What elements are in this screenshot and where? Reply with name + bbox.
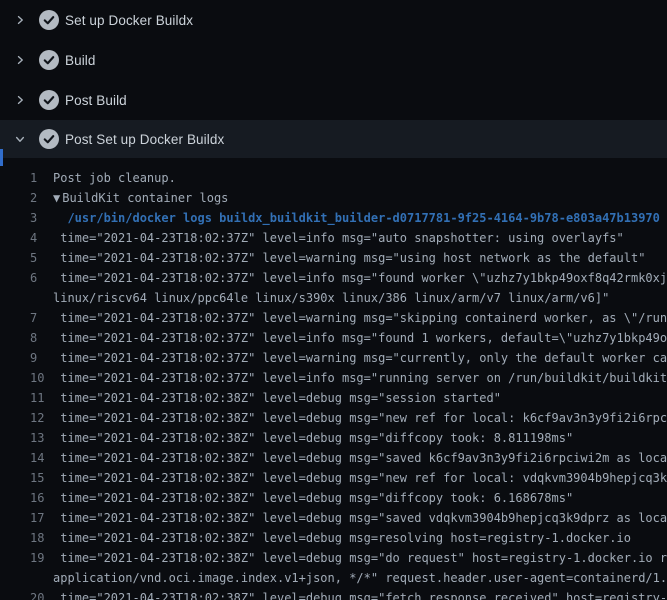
log-line[interactable]: 7 time="2021-04-23T18:02:37Z" level=warn… — [0, 308, 667, 328]
log-line-number[interactable]: 7 — [30, 308, 53, 328]
log-line-text: time="2021-04-23T18:02:38Z" level=debug … — [53, 488, 573, 508]
check-circle-icon — [39, 90, 59, 110]
log-line-text: time="2021-04-23T18:02:38Z" level=debug … — [53, 588, 667, 600]
log-line[interactable]: 4 time="2021-04-23T18:02:37Z" level=info… — [0, 228, 667, 248]
log-line-number[interactable]: 2 — [30, 188, 53, 208]
step-header-post-setup-docker-buildx[interactable]: Post Set up Docker Buildx — [0, 120, 667, 158]
step-title: Set up Docker Buildx — [65, 13, 193, 28]
focus-accent-bar — [0, 149, 3, 166]
chevron-right-icon[interactable] — [13, 13, 27, 27]
log-line[interactable]: 15 time="2021-04-23T18:02:38Z" level=deb… — [0, 468, 667, 488]
log-line-text: BuildKit container logs — [62, 188, 228, 208]
chevron-right-icon[interactable] — [13, 53, 27, 67]
log-line[interactable]: 3 /usr/bin/docker logs buildx_buildkit_b… — [0, 208, 667, 228]
step-header-build[interactable]: Build — [0, 40, 667, 80]
log-line-number[interactable]: 8 — [30, 328, 53, 348]
log-line-number[interactable]: 6 — [30, 268, 53, 288]
log-line-text: time="2021-04-23T18:02:37Z" level=warnin… — [53, 308, 667, 328]
log-line-number[interactable]: 3 — [30, 208, 53, 228]
log-line-number[interactable]: 18 — [30, 528, 53, 548]
chevron-right-icon[interactable] — [13, 93, 27, 107]
log-line[interactable]: 1 Post job cleanup. — [0, 168, 667, 188]
log-line[interactable]: linux/riscv64 linux/ppc64le linux/s390x … — [0, 288, 667, 308]
log-line-text: /usr/bin/docker logs buildx_buildkit_bui… — [53, 208, 660, 228]
log-line-number[interactable] — [30, 568, 53, 588]
log-line-number[interactable]: 1 — [30, 168, 53, 188]
log-line[interactable]: 6 time="2021-04-23T18:02:37Z" level=info… — [0, 268, 667, 288]
log-line-text: time="2021-04-23T18:02:38Z" level=debug … — [53, 468, 667, 488]
log-group-toggle-icon[interactable]: ▼ — [53, 188, 60, 208]
log-line-text: time="2021-04-23T18:02:38Z" level=debug … — [53, 548, 667, 568]
log-line[interactable]: 2 ▼BuildKit container logs — [0, 188, 667, 208]
log-line-number[interactable]: 11 — [30, 388, 53, 408]
step-header-setup-docker-buildx[interactable]: Set up Docker Buildx — [0, 0, 667, 40]
step-header-post-build[interactable]: Post Build — [0, 80, 667, 120]
step-title: Post Set up Docker Buildx — [65, 132, 224, 147]
log-line-text: time="2021-04-23T18:02:38Z" level=debug … — [53, 448, 667, 468]
log-line[interactable]: 20 time="2021-04-23T18:02:38Z" level=deb… — [0, 588, 667, 600]
log-line-number[interactable]: 16 — [30, 488, 53, 508]
log-line-number[interactable]: 4 — [30, 228, 53, 248]
log-line-number[interactable] — [30, 288, 53, 308]
step-title: Build — [65, 53, 96, 68]
log-line-text: Post job cleanup. — [53, 168, 176, 188]
log-line-number[interactable]: 13 — [30, 428, 53, 448]
log-line[interactable]: 9 time="2021-04-23T18:02:37Z" level=warn… — [0, 348, 667, 368]
log-line[interactable]: application/vnd.oci.image.index.v1+json,… — [0, 568, 667, 588]
log-line[interactable]: 14 time="2021-04-23T18:02:38Z" level=deb… — [0, 448, 667, 468]
check-circle-icon — [39, 129, 59, 149]
log-line-text: time="2021-04-23T18:02:38Z" level=debug … — [53, 508, 667, 528]
log-line[interactable]: 8 time="2021-04-23T18:02:37Z" level=info… — [0, 328, 667, 348]
log-line[interactable]: 11 time="2021-04-23T18:02:38Z" level=deb… — [0, 388, 667, 408]
check-circle-icon — [39, 10, 59, 30]
log-line-number[interactable]: 15 — [30, 468, 53, 488]
log-line-text: time="2021-04-23T18:02:37Z" level=info m… — [53, 368, 667, 388]
log-line[interactable]: 18 time="2021-04-23T18:02:38Z" level=deb… — [0, 528, 667, 548]
log-line-text: time="2021-04-23T18:02:38Z" level=debug … — [53, 388, 501, 408]
log-line-text: time="2021-04-23T18:02:38Z" level=debug … — [53, 428, 573, 448]
log-line-text: time="2021-04-23T18:02:37Z" level=info m… — [53, 328, 667, 348]
log-line-text: application/vnd.oci.image.index.v1+json,… — [53, 568, 667, 588]
step-title: Post Build — [65, 93, 127, 108]
log-line-text: time="2021-04-23T18:02:37Z" level=info m… — [53, 268, 667, 288]
log-line-number[interactable]: 5 — [30, 248, 53, 268]
log-line-text: time="2021-04-23T18:02:38Z" level=debug … — [53, 528, 631, 548]
log-line[interactable]: 13 time="2021-04-23T18:02:38Z" level=deb… — [0, 428, 667, 448]
log-line-text: time="2021-04-23T18:02:38Z" level=debug … — [53, 408, 667, 428]
log-line-number[interactable]: 9 — [30, 348, 53, 368]
log-line-number[interactable]: 19 — [30, 548, 53, 568]
log-line-text: time="2021-04-23T18:02:37Z" level=info m… — [53, 228, 624, 248]
log-line-number[interactable]: 14 — [30, 448, 53, 468]
log-line[interactable]: 5 time="2021-04-23T18:02:37Z" level=warn… — [0, 248, 667, 268]
log-line-number[interactable]: 17 — [30, 508, 53, 528]
log-line-number[interactable]: 20 — [30, 588, 53, 600]
log-viewer: 1 Post job cleanup. 2 ▼BuildKit containe… — [0, 158, 667, 600]
log-line[interactable]: 19 time="2021-04-23T18:02:38Z" level=deb… — [0, 548, 667, 568]
check-circle-icon — [39, 50, 59, 70]
log-line-text: time="2021-04-23T18:02:37Z" level=warnin… — [53, 248, 645, 268]
log-line-text: linux/riscv64 linux/ppc64le linux/s390x … — [53, 288, 609, 308]
log-line-number[interactable]: 10 — [30, 368, 53, 388]
chevron-down-icon[interactable] — [13, 132, 27, 146]
log-line[interactable]: 12 time="2021-04-23T18:02:38Z" level=deb… — [0, 408, 667, 428]
log-line-text: time="2021-04-23T18:02:37Z" level=warnin… — [53, 348, 667, 368]
log-line[interactable]: 10 time="2021-04-23T18:02:37Z" level=inf… — [0, 368, 667, 388]
log-line[interactable]: 16 time="2021-04-23T18:02:38Z" level=deb… — [0, 488, 667, 508]
log-line[interactable]: 17 time="2021-04-23T18:02:38Z" level=deb… — [0, 508, 667, 528]
log-line-number[interactable]: 12 — [30, 408, 53, 428]
